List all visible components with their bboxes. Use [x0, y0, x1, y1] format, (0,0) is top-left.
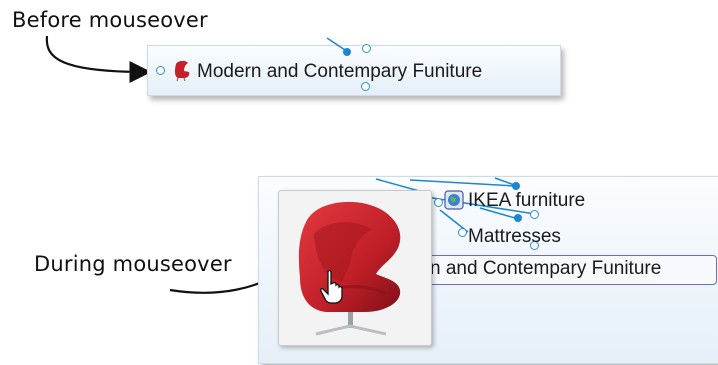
connection-dot	[514, 214, 522, 222]
node-label-modern-furniture-selected[interactable]: n and Contempary Funiture	[430, 258, 661, 280]
globe-icon	[444, 190, 464, 210]
hand-pointer-icon	[320, 270, 343, 304]
node-label-ikea-furniture[interactable]: IKEA furniture	[468, 190, 585, 212]
node-label-mattresses[interactable]: Mattresses	[468, 226, 561, 248]
connector-handle[interactable]	[434, 198, 443, 207]
connector-handle[interactable]	[458, 228, 467, 237]
connection-dot	[512, 182, 520, 190]
red-egg-chair-image	[298, 201, 401, 336]
